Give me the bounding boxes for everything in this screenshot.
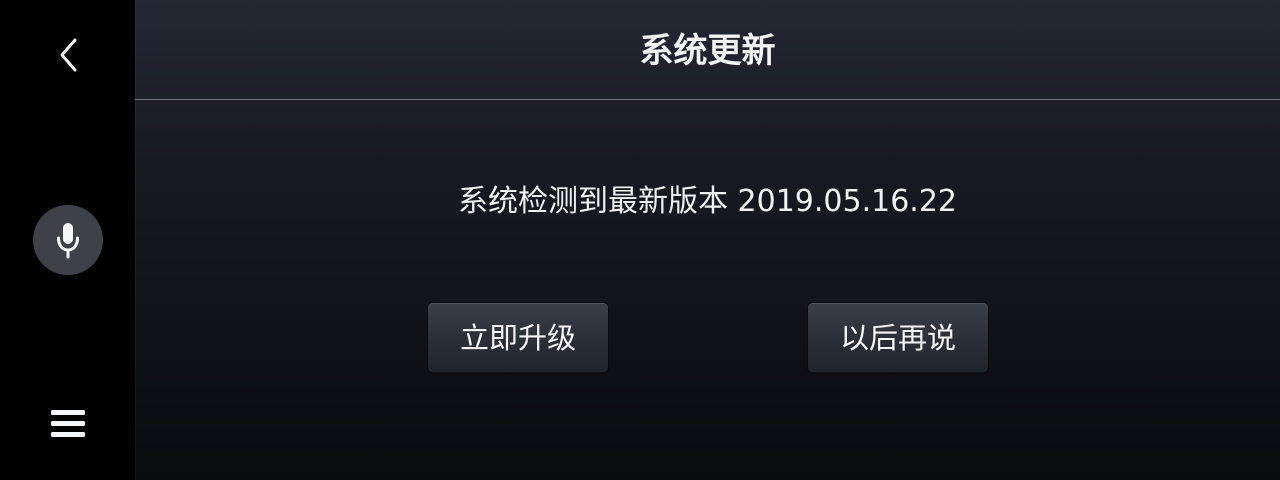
- left-sidebar: [0, 0, 135, 480]
- voice-button[interactable]: [33, 205, 103, 275]
- upgrade-now-label: 立即升级: [459, 321, 576, 355]
- menu-button[interactable]: [43, 399, 93, 449]
- update-message: 系统检测到最新版本 2019.05.16.22: [457, 184, 957, 219]
- update-header: 系统更新: [135, 0, 1280, 100]
- later-label: 以后再说: [839, 321, 956, 355]
- page-title: 系统更新: [639, 31, 776, 71]
- menu-icon: [51, 410, 85, 437]
- back-button[interactable]: [44, 30, 92, 80]
- microphone-icon: [57, 223, 79, 259]
- update-panel: 系统更新 系统检测到最新版本 2019.05.16.22 立即升级 以后再说: [135, 0, 1280, 480]
- system-update-screen: 系统更新 系统检测到最新版本 2019.05.16.22 立即升级 以后再说: [0, 0, 1280, 480]
- later-button[interactable]: 以后再说: [808, 303, 988, 373]
- upgrade-now-button[interactable]: 立即升级: [428, 303, 608, 373]
- chevron-left-icon: [60, 38, 77, 72]
